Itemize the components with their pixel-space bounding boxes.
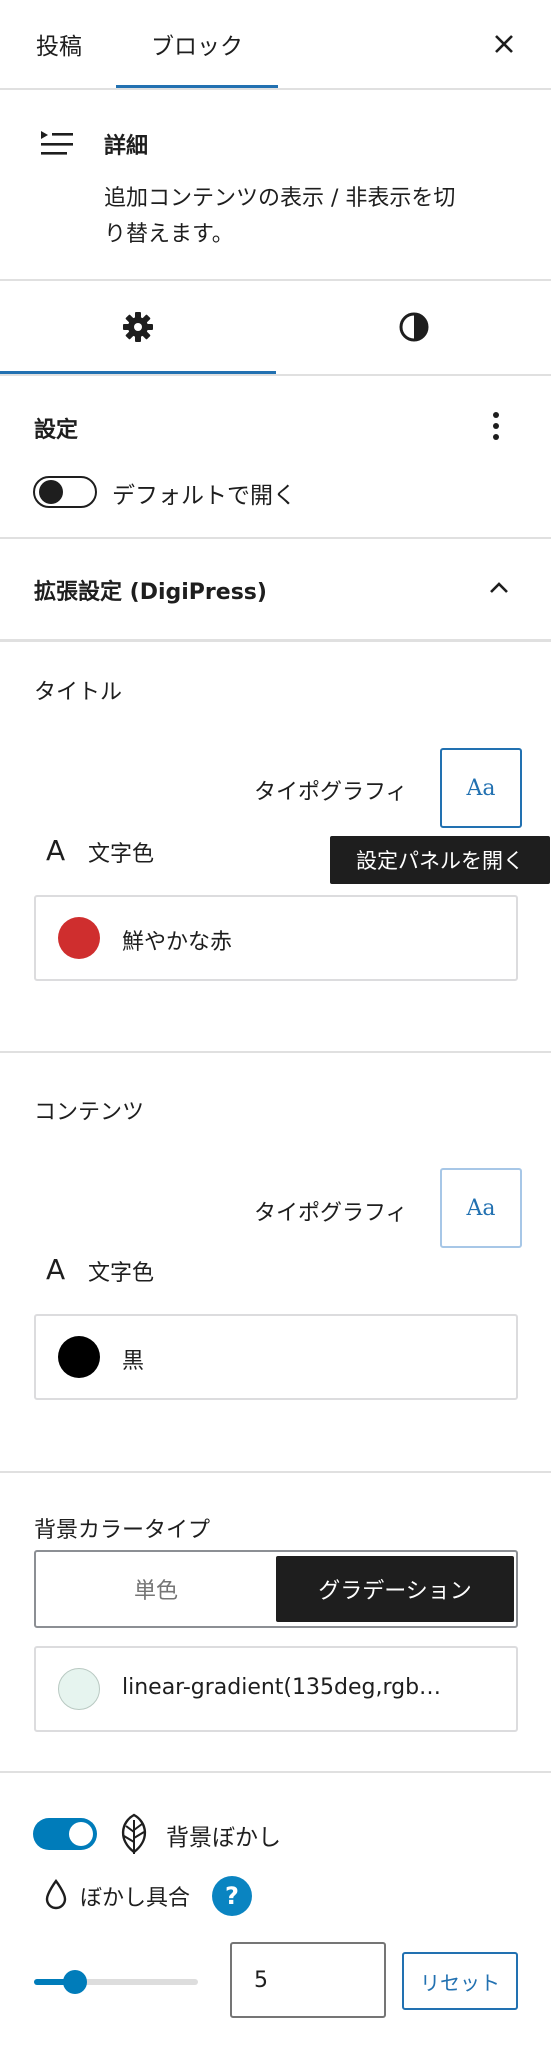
extended-settings-heading: 拡張設定 (DigiPress) xyxy=(34,580,267,605)
divider xyxy=(0,1051,551,1053)
gear-icon xyxy=(123,312,153,342)
reset-button[interactable]: リセット xyxy=(402,1952,518,2010)
divider xyxy=(0,639,551,642)
tooltip: 設定パネルを開く xyxy=(330,836,550,884)
gradient-value: linear-gradient(135deg,rgb… xyxy=(122,1675,442,1700)
gradient-swatch xyxy=(58,1668,100,1710)
bg-type-option-label: グラデーション xyxy=(318,1579,472,1604)
block-title: 詳細 xyxy=(104,134,149,159)
details-block-icon xyxy=(41,131,73,155)
title-text-color-label: 文字色 xyxy=(88,842,155,867)
tab-settings[interactable] xyxy=(0,281,276,373)
divider xyxy=(0,1471,551,1473)
bg-type-option-solid[interactable]: 単色 xyxy=(36,1552,276,1626)
content-text-color-label: 文字色 xyxy=(88,1261,155,1286)
color-swatch xyxy=(58,1336,100,1378)
bg-type-segmented-control: 単色 グラデーション xyxy=(34,1550,518,1628)
blur-amount-label: ぼかし具合 xyxy=(80,1886,191,1911)
gradient-picker[interactable]: linear-gradient(135deg,rgb… xyxy=(34,1646,518,1732)
color-name: 鮮やかな赤 xyxy=(122,930,233,955)
title-typography-button[interactable]: Aa xyxy=(440,748,522,828)
open-by-default-toggle[interactable] xyxy=(33,476,97,508)
blur-value: 5 xyxy=(254,1968,268,1993)
help-button[interactable]: ? xyxy=(212,1876,252,1916)
bg-type-heading: 背景カラータイプ xyxy=(34,1518,211,1543)
more-vertical-icon xyxy=(493,412,499,440)
title-text-color-icon: A xyxy=(46,834,66,867)
close-button[interactable] xyxy=(482,22,526,66)
background-blur-label: 背景ぼかし xyxy=(166,1825,281,1851)
tab-block-label: ブロック xyxy=(151,34,243,60)
tab-post-label: 投稿 xyxy=(36,34,82,60)
blur-value-input[interactable]: 5 xyxy=(230,1942,386,2018)
droplet-icon xyxy=(45,1878,67,1910)
bg-type-option-gradient[interactable]: グラデーション xyxy=(276,1556,514,1622)
extended-settings-header[interactable]: 拡張設定 (DigiPress) xyxy=(0,539,551,639)
content-typography-label: タイポグラフィ xyxy=(254,1201,408,1226)
content-typography-button[interactable]: Aa xyxy=(440,1168,522,1248)
bg-type-option-label: 単色 xyxy=(133,1579,178,1604)
toggle-knob xyxy=(69,1822,93,1846)
open-by-default-label: デフォルトで開く xyxy=(112,483,296,509)
typography-aa-icon: Aa xyxy=(466,1195,496,1221)
content-text-color-icon: A xyxy=(46,1253,66,1286)
close-icon xyxy=(495,35,513,53)
content-color-picker[interactable]: 黒 xyxy=(34,1314,518,1400)
background-blur-toggle[interactable] xyxy=(33,1818,97,1850)
tab-block[interactable]: ブロック xyxy=(116,0,278,88)
color-name: 黒 xyxy=(122,1349,145,1374)
tab-styles[interactable] xyxy=(276,281,551,373)
title-section-heading: タイトル xyxy=(34,680,123,705)
chevron-up-icon xyxy=(490,582,508,593)
blur-slider-track[interactable] xyxy=(34,1970,198,1994)
color-swatch xyxy=(58,917,100,959)
divider xyxy=(0,374,551,376)
tooltip-text: 設定パネルを開く xyxy=(356,849,524,873)
reset-button-label: リセット xyxy=(420,1970,500,1995)
tab-post[interactable]: 投稿 xyxy=(0,0,118,88)
blur-slider-thumb[interactable] xyxy=(63,1970,87,1994)
block-description-line2: り替えます。 xyxy=(104,222,234,247)
help-icon: ? xyxy=(225,1882,239,1910)
title-typography-label: タイポグラフィ xyxy=(254,780,408,805)
typography-aa-icon: Aa xyxy=(466,775,496,801)
title-color-picker[interactable]: 鮮やかな赤 xyxy=(34,895,518,981)
content-section-heading: コンテンツ xyxy=(34,1100,145,1125)
contrast-icon xyxy=(399,312,428,342)
settings-heading: 設定 xyxy=(34,418,79,443)
divider xyxy=(0,1771,551,1773)
block-description-line1: 追加コンテンツの表示 / 非表示を切 xyxy=(104,186,456,211)
leaf-icon xyxy=(121,1813,147,1854)
toggle-knob xyxy=(39,480,63,504)
more-options-button[interactable] xyxy=(478,404,514,448)
block-card: 詳細 追加コンテンツの表示 / 非表示を切 り替えます。 xyxy=(0,90,551,280)
